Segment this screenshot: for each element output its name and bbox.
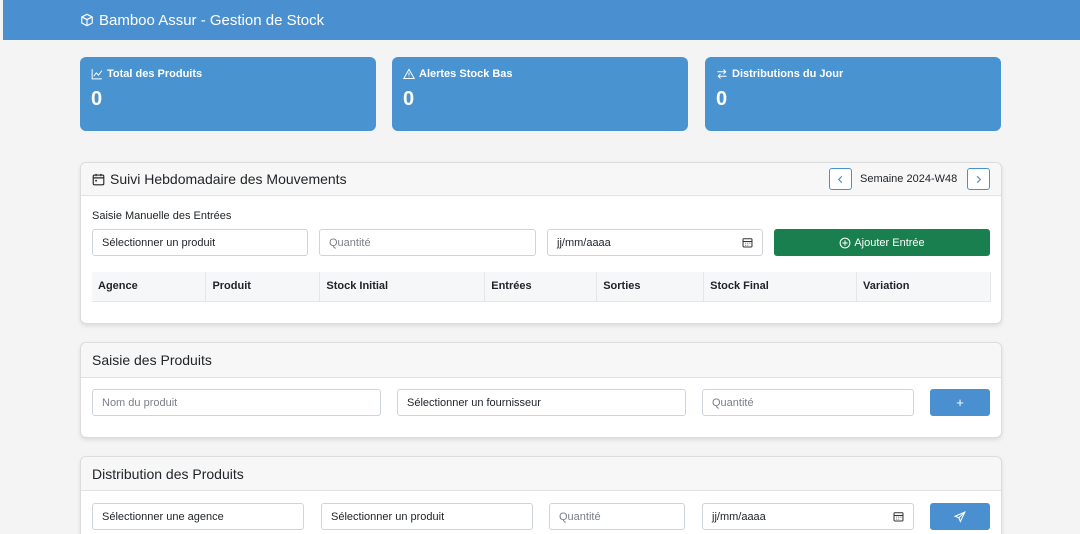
stat-value: 0 xyxy=(403,88,415,110)
plus-circle-icon xyxy=(839,237,851,248)
date-value: jj/mm/aaaa xyxy=(712,510,766,523)
chevron-left-icon xyxy=(837,175,843,183)
plus-icon: + xyxy=(956,395,964,410)
card-header: Distribution des Produits xyxy=(81,457,1001,491)
product-quantity-input[interactable]: Quantité xyxy=(702,389,914,416)
product-entry-card: Saisie des Produits Nom du produit Sélec… xyxy=(80,342,1002,438)
manual-entry-label: Saisie Manuelle des Entrées xyxy=(92,210,232,222)
stat-label: Alertes Stock Bas xyxy=(419,68,513,80)
supplier-select[interactable]: Sélectionner un fournisseur xyxy=(397,389,686,416)
add-entry-button[interactable]: Ajouter Entrée xyxy=(774,229,990,256)
product-name-input[interactable]: Nom du produit xyxy=(92,389,381,416)
column-header: Entrées xyxy=(484,272,598,302)
stat-label: Total des Produits xyxy=(107,68,203,80)
stat-value: 0 xyxy=(716,88,728,110)
card-header: Suivi Hebdomadaire des Mouvements Semain… xyxy=(81,163,1001,196)
card-title: Distribution des Produits xyxy=(92,465,244,482)
column-header: Agence xyxy=(92,272,207,302)
app-title[interactable]: Bamboo Assur - Gestion de Stock xyxy=(99,12,324,29)
quantity-input[interactable]: Quantité xyxy=(319,229,536,256)
arrows-swap-icon xyxy=(716,68,728,80)
column-header: Sorties xyxy=(596,272,705,302)
stat-card-low-stock-alerts: Alertes Stock Bas 0 xyxy=(392,57,688,131)
app-navbar: Bamboo Assur - Gestion de Stock xyxy=(3,0,1080,40)
add-product-button[interactable]: + xyxy=(930,389,990,416)
distribution-product-select[interactable]: Sélectionner un produit xyxy=(321,503,533,530)
stat-card-daily-distributions: Distributions du Jour 0 xyxy=(705,57,1001,131)
chart-line-icon xyxy=(91,68,103,80)
column-header: Variation xyxy=(856,272,991,302)
calendar-icon xyxy=(92,173,105,186)
stat-value: 0 xyxy=(91,88,103,110)
next-week-button[interactable] xyxy=(967,168,990,190)
date-input[interactable]: jj/mm/aaaa xyxy=(547,229,763,256)
stat-label: Distributions du Jour xyxy=(732,68,844,80)
card-header: Saisie des Produits xyxy=(81,343,1001,378)
previous-week-button[interactable] xyxy=(829,168,852,190)
column-header: Stock Final xyxy=(703,272,858,302)
movements-table: Agence Produit Stock Initial Entrées Sor… xyxy=(92,272,991,302)
column-header: Produit xyxy=(205,272,321,302)
send-distribution-button[interactable] xyxy=(930,503,990,530)
card-title: Saisie des Produits xyxy=(92,352,212,368)
warning-icon xyxy=(403,68,415,80)
stat-card-total-products: Total des Produits 0 xyxy=(80,57,376,131)
product-select[interactable]: Sélectionner un produit xyxy=(92,229,308,256)
distribution-date-input[interactable]: jj/mm/aaaa xyxy=(702,503,914,530)
column-header: Stock Initial xyxy=(319,272,486,302)
calendar-icon[interactable] xyxy=(893,511,904,522)
add-entry-label: Ajouter Entrée xyxy=(854,236,925,249)
distribution-quantity-input[interactable]: Quantité xyxy=(549,503,685,530)
box-icon xyxy=(80,13,94,27)
weekly-movements-card: Suivi Hebdomadaire des Mouvements Semain… xyxy=(80,162,1002,324)
calendar-icon[interactable] xyxy=(742,237,753,248)
send-icon xyxy=(954,510,966,523)
week-label: Semaine 2024-W48 xyxy=(860,173,958,185)
distribution-card: Distribution des Produits Sélectionner u… xyxy=(80,456,1002,534)
date-value: jj/mm/aaaa xyxy=(557,236,611,249)
table-header-row: Agence Produit Stock Initial Entrées Sor… xyxy=(92,272,991,302)
chevron-right-icon xyxy=(976,175,982,183)
card-title: Suivi Hebdomadaire des Mouvements xyxy=(110,171,347,187)
agency-select[interactable]: Sélectionner une agence xyxy=(92,503,304,530)
